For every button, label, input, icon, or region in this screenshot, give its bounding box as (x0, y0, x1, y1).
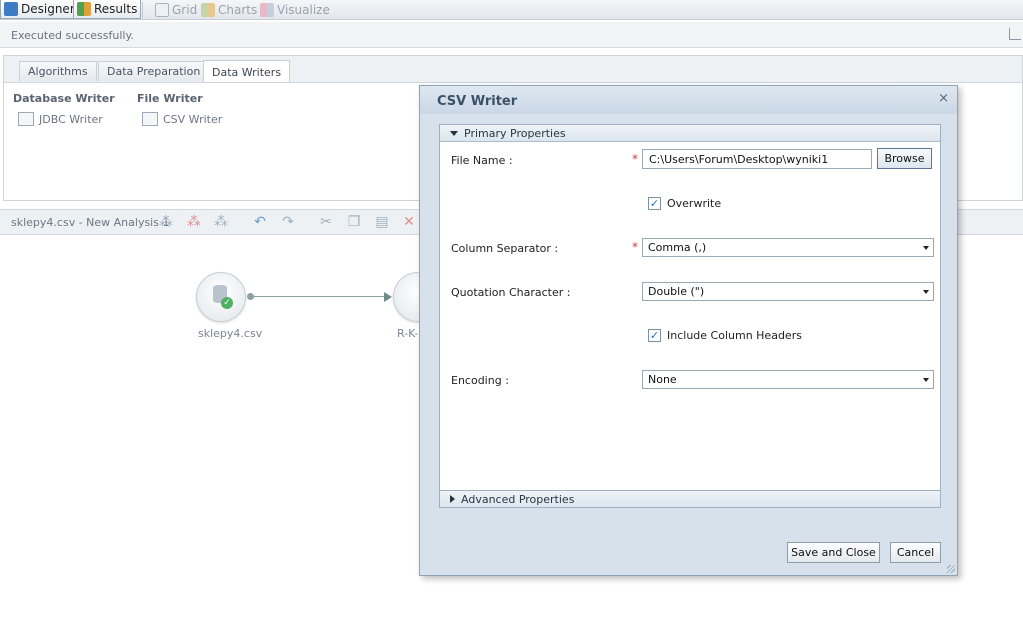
undo-icon[interactable]: ↶ (252, 215, 268, 229)
encoding-label: Encoding : (451, 374, 509, 387)
quotation-character-value: Double (") (648, 285, 705, 298)
designer-tab-button[interactable]: Designer (0, 0, 79, 19)
toolbar-divider (142, 2, 143, 18)
column-separator-select[interactable]: Comma (,) (642, 238, 934, 257)
overwrite-label: Overwrite (667, 197, 722, 210)
include-headers-checkbox[interactable]: ✓ (648, 329, 661, 342)
tab-label: Data Preparation (107, 65, 201, 78)
save-and-close-button[interactable]: Save and Close (787, 542, 880, 563)
required-marker: * (632, 152, 638, 166)
algorithm-node-label: R-K- (397, 327, 419, 340)
component-tabs: Algorithms Data Preparation Data Writers (3, 55, 1023, 83)
grid-button[interactable]: Grid (152, 0, 200, 19)
paste-icon[interactable]: ▤ (374, 215, 390, 229)
delete-icon[interactable]: ✕ (401, 215, 417, 229)
file-name-input[interactable]: C:\Users\Forum\Desktop\wyniki1 (642, 149, 872, 169)
quotation-character-select[interactable]: Double (") (642, 282, 934, 301)
csv-writer-dialog: CSV Writer × Primary Properties File Nam… (419, 85, 958, 576)
charts-button[interactable]: Charts (198, 0, 260, 19)
results-icon (77, 2, 91, 16)
file-name-label: File Name : (451, 154, 513, 167)
dropdown-caret-icon (923, 290, 929, 294)
cut-icon[interactable]: ✂ (318, 215, 334, 229)
main-toolbar: Designer Results Grid Charts Visualize (0, 0, 1023, 20)
dialog-title: CSV Writer (437, 94, 518, 109)
analysis-title: sklepy4.csv - New Analysis 1 (11, 216, 170, 229)
redo-icon[interactable]: ↷ (280, 215, 296, 229)
status-message: Executed successfully. (11, 29, 134, 42)
add-node-icon[interactable]: ⁂ (158, 215, 174, 229)
file-writer-title: File Writer (137, 92, 203, 105)
quotation-character-label: Quotation Character : (451, 286, 571, 299)
node-connector (250, 296, 390, 297)
advanced-properties-header[interactable]: Advanced Properties (439, 490, 941, 508)
grid-label: Grid (172, 2, 198, 17)
encoding-select[interactable]: None (642, 370, 934, 389)
column-separator-label: Column Separator : (451, 242, 559, 255)
collapse-arrow-icon (450, 130, 458, 136)
jdbc-writer-label: JDBC Writer (39, 112, 103, 126)
tab-algorithms[interactable]: Algorithms (19, 61, 97, 81)
close-icon[interactable]: × (938, 92, 949, 105)
csv-writer-item[interactable]: CSV Writer (142, 112, 222, 126)
status-bar: Executed successfully. (0, 22, 1023, 48)
source-node-label: sklepy4.csv (198, 327, 263, 340)
column-separator-value: Comma (,) (648, 241, 707, 254)
connector-arrow-icon (384, 292, 392, 302)
csv-writer-icon (142, 112, 158, 126)
jdbc-writer-icon (18, 112, 34, 126)
browse-button[interactable]: Browse (877, 148, 932, 169)
charts-label: Charts (218, 2, 258, 17)
advanced-properties-label: Advanced Properties (461, 492, 575, 506)
tab-label: Algorithms (28, 65, 88, 78)
primary-properties-label: Primary Properties (464, 126, 566, 140)
dropdown-caret-icon (923, 378, 929, 382)
required-marker: * (632, 240, 638, 254)
cancel-button[interactable]: Cancel (890, 542, 941, 563)
grid-icon (155, 2, 169, 17)
dropdown-caret-icon (923, 246, 929, 250)
success-check-icon: ✓ (221, 297, 233, 309)
charts-icon (201, 2, 215, 17)
resize-grip-icon[interactable] (947, 565, 955, 573)
dialog-header[interactable]: CSV Writer × (420, 86, 957, 114)
results-label: Results (94, 2, 138, 16)
jdbc-writer-item[interactable]: JDBC Writer (18, 112, 103, 126)
primary-properties-header[interactable]: Primary Properties (440, 125, 940, 142)
visualize-icon (260, 2, 274, 17)
expand-arrow-icon (450, 495, 455, 503)
arrange-icon[interactable]: ⁂ (213, 215, 229, 229)
overwrite-checkbox[interactable]: ✓ (648, 197, 661, 210)
visualize-button[interactable]: Visualize (257, 0, 333, 19)
tab-label: Data Writers (212, 65, 282, 79)
designer-icon (4, 2, 18, 16)
remove-node-icon[interactable]: ⁂ (186, 215, 202, 229)
expand-icon[interactable] (1009, 28, 1021, 40)
tab-data-preparation[interactable]: Data Preparation (98, 61, 210, 81)
copy-icon[interactable]: ❐ (346, 215, 362, 229)
csv-writer-label: CSV Writer (163, 112, 223, 126)
visualize-label: Visualize (277, 2, 330, 17)
designer-label: Designer (21, 2, 75, 16)
tab-data-writers[interactable]: Data Writers (203, 60, 291, 83)
source-node[interactable]: ✓ (196, 272, 246, 322)
primary-properties-panel: Primary Properties File Name : * C:\User… (439, 124, 941, 508)
include-headers-label: Include Column Headers (667, 329, 802, 342)
results-tab-button[interactable]: Results (73, 0, 142, 19)
database-writer-title: Database Writer (13, 92, 115, 105)
encoding-value: None (648, 373, 677, 386)
